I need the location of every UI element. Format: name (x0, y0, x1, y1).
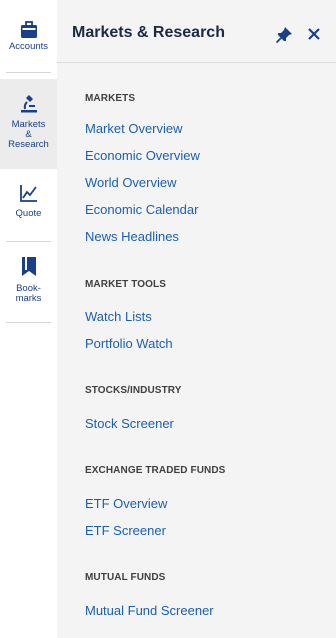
link-world-overview[interactable]: World Overview (85, 175, 177, 190)
section-header-markets: MARKETS (85, 93, 136, 104)
rail-item-accounts[interactable]: Accounts (0, 20, 57, 62)
close-icon[interactable] (307, 27, 321, 41)
section-header-market-tools: MARKET TOOLS (85, 279, 167, 290)
rail-label-quote: Quote (15, 208, 42, 219)
rail-label-bookmarks-2: marks (15, 293, 42, 304)
bookmark-icon (21, 257, 36, 276)
link-economic-calendar[interactable]: Economic Calendar (85, 202, 198, 217)
section-header-stocks-industry: STOCKS/INDUSTRY (85, 385, 182, 396)
left-nav-rail: Accounts Markets & Research Quote Book- … (0, 0, 57, 638)
markets-research-panel: Markets & Research MARKETS Market Overvi… (57, 0, 336, 638)
link-market-overview[interactable]: Market Overview (85, 121, 183, 136)
rail-item-bookmarks[interactable]: Book- marks (0, 256, 57, 316)
rail-divider (6, 241, 51, 242)
panel-title: Markets & Research (72, 24, 225, 41)
section-header-mutual-funds: MUTUAL FUNDS (85, 572, 166, 583)
panel-header: Markets & Research (57, 0, 336, 63)
link-economic-overview[interactable]: Economic Overview (85, 148, 200, 163)
rail-item-quote[interactable]: Quote (0, 183, 57, 229)
microscope-icon (20, 95, 37, 113)
rail-divider (6, 322, 51, 323)
section-header-etf: EXCHANGE TRADED FUNDS (85, 465, 226, 476)
rail-divider (6, 72, 51, 73)
link-news-headlines[interactable]: News Headlines (85, 229, 179, 244)
rail-item-markets-research[interactable]: Markets & Research (0, 79, 57, 169)
link-portfolio-watch[interactable]: Portfolio Watch (85, 336, 173, 351)
line-chart-icon (19, 185, 37, 202)
link-etf-overview[interactable]: ETF Overview (85, 496, 167, 511)
link-stock-screener[interactable]: Stock Screener (85, 416, 174, 431)
pin-icon[interactable] (275, 26, 293, 44)
briefcase-icon (20, 21, 37, 38)
rail-label-markets-3: Research (8, 139, 49, 150)
link-watch-lists[interactable]: Watch Lists (85, 309, 152, 324)
link-etf-screener[interactable]: ETF Screener (85, 523, 166, 538)
rail-label-accounts: Accounts (8, 41, 49, 52)
link-mutual-fund-screener[interactable]: Mutual Fund Screener (85, 603, 214, 618)
